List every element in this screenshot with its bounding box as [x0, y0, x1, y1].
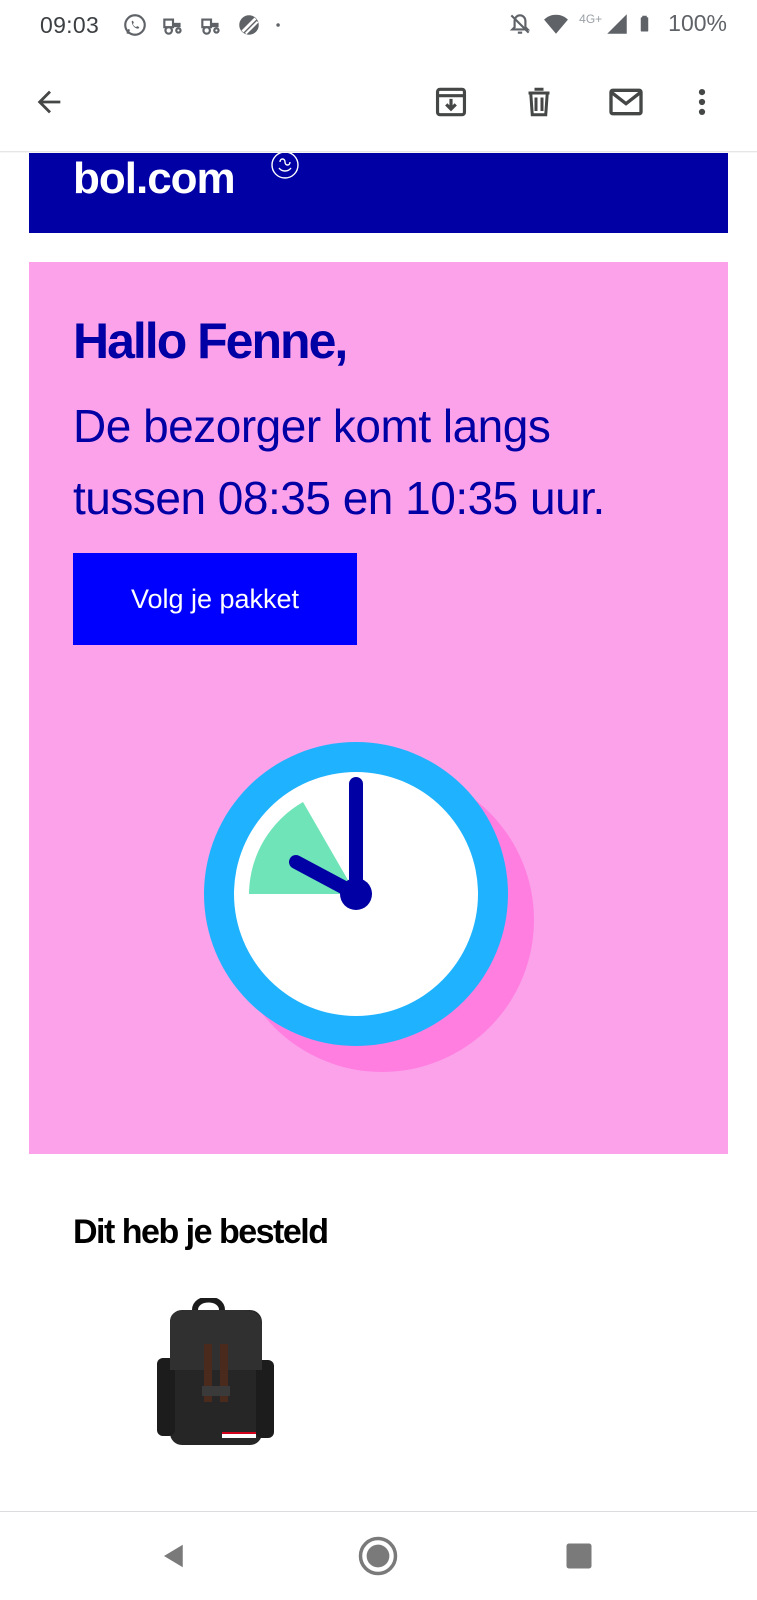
- system-status-icons: 4G+ 100%: [507, 10, 727, 37]
- backpack-image[interactable]: [150, 1298, 280, 1448]
- back-triangle-icon[interactable]: [148, 1530, 200, 1582]
- smiley-mark-icon: [271, 153, 299, 179]
- battery-icon: [640, 15, 649, 31]
- archive-icon[interactable]: [427, 78, 475, 126]
- delivery-hero: Hallo Fenne, De bezorger komt langs tuss…: [29, 262, 728, 1154]
- signal-icon: [607, 13, 627, 34]
- delivery-window-text: De bezorger komt langs tussen 08:35 en 1…: [73, 400, 605, 524]
- home-circle-icon[interactable]: [352, 1530, 404, 1582]
- dot-icon: [276, 23, 280, 27]
- no-sim-icon: [239, 15, 259, 35]
- tractor-icon: [201, 18, 220, 35]
- back-arrow-icon[interactable]: [25, 78, 73, 126]
- battery-percent: 100%: [668, 10, 727, 36]
- whatsapp-icon: [124, 14, 146, 36]
- system-nav-bar: [0, 1511, 757, 1600]
- bol-header-banner: bol.com: [29, 153, 728, 233]
- recents-square-icon[interactable]: [553, 1530, 605, 1582]
- order-section-title: Dit heb je besteld: [73, 1213, 329, 1251]
- status-time: 09:03: [40, 12, 100, 38]
- email-toolbar: [0, 52, 757, 152]
- bol-logo: bol.com: [73, 154, 236, 203]
- email-body: bol.com Hallo Fenne, De bezorger komt la…: [0, 153, 757, 1511]
- bell-off-icon: [509, 13, 531, 34]
- notification-icons: [122, 12, 288, 38]
- more-vert-icon[interactable]: [678, 78, 726, 126]
- wifi-icon: [544, 14, 569, 34]
- network-type: 4G+: [579, 11, 603, 26]
- status-bar: 09:03 4G+ 100%: [0, 0, 757, 52]
- greeting-heading: Hallo Fenne,: [73, 313, 348, 369]
- clock-icon: [204, 742, 534, 1072]
- mail-icon[interactable]: [602, 78, 650, 126]
- delete-icon[interactable]: [515, 78, 563, 126]
- tractor-icon: [163, 18, 182, 35]
- track-package-button[interactable]: Volg je pakket: [73, 553, 357, 645]
